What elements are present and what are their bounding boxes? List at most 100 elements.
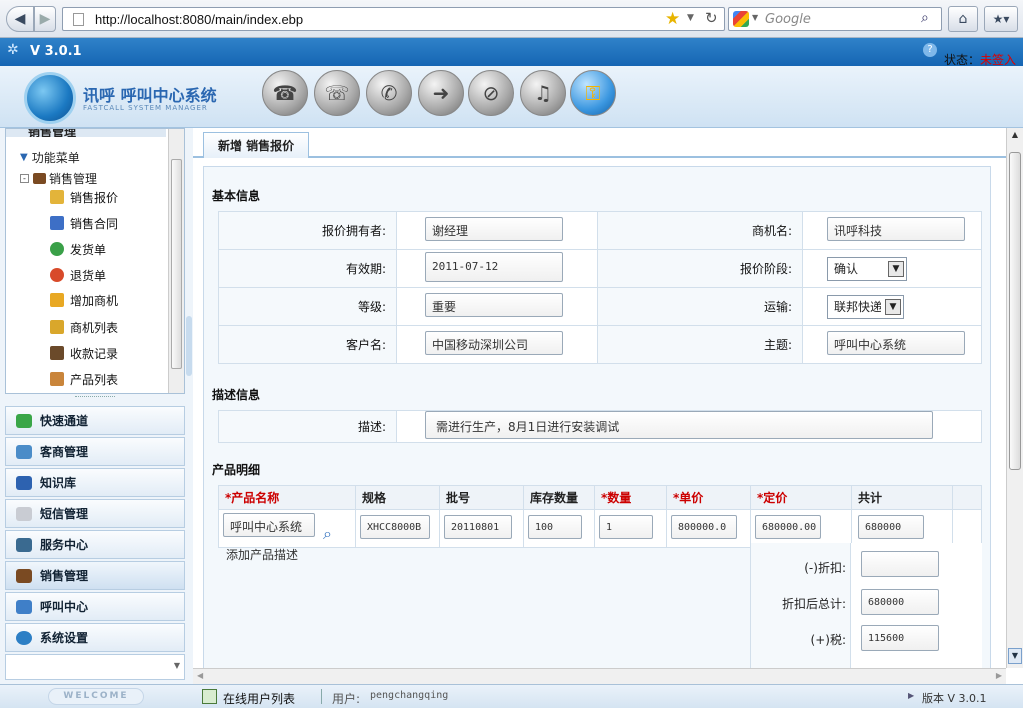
batch-field[interactable]: 20110801 bbox=[444, 515, 512, 539]
valid-date-field[interactable]: 2011-07-12 bbox=[425, 252, 563, 282]
dial-phone-icon[interactable]: ☎ bbox=[262, 70, 308, 116]
stock-field[interactable]: 100 bbox=[528, 515, 582, 539]
user-label: 用户: bbox=[332, 692, 361, 706]
sidebar-collapse-handle[interactable] bbox=[186, 316, 192, 376]
total-field[interactable]: 680000 bbox=[858, 515, 924, 539]
tree-root[interactable]: ▼ 功能菜单 bbox=[20, 149, 80, 166]
after-discount-field[interactable]: 680000 bbox=[861, 589, 939, 615]
customers-icon bbox=[16, 444, 32, 459]
function-tree: 销售管理 ▼ 功能菜单 - 销售管理 销售报价 销售合同 发货单 退货单 增加商… bbox=[5, 128, 185, 394]
discount-label: (-)折扣: bbox=[804, 561, 846, 575]
gear-icon: ✲ bbox=[7, 42, 19, 58]
tree-item-sales-quote[interactable]: 销售报价 bbox=[50, 186, 118, 208]
bookmarks-button[interactable]: ★▾ bbox=[984, 6, 1018, 32]
scroll-left-icon[interactable]: ◀ bbox=[197, 671, 203, 680]
section-basic-info: 基本信息 bbox=[212, 189, 261, 203]
tree-item-product-list[interactable]: 产品列表 bbox=[50, 368, 118, 390]
customer-field[interactable]: 中国移动深圳公司 bbox=[425, 331, 563, 355]
main-content: 新增 销售报价 基本信息 报价拥有者: 谢经理 商机名: 讯呼科技 有效期: 2… bbox=[193, 128, 1006, 668]
discount-field[interactable] bbox=[861, 551, 939, 577]
level-field[interactable]: 重要 bbox=[425, 293, 563, 317]
tree-item-return[interactable]: 退货单 bbox=[50, 264, 106, 286]
quantity-field[interactable]: 1 bbox=[599, 515, 653, 539]
address-bar[interactable]: http://localhost:8080/main/index.ebp ★ ▼… bbox=[62, 7, 725, 31]
nav-customer-management[interactable]: 客商管理 bbox=[5, 437, 185, 466]
back-button[interactable]: ◀ bbox=[6, 6, 34, 32]
quote-stage-select[interactable]: 确认 ▼ bbox=[827, 256, 907, 281]
subject-label: 主题: bbox=[597, 325, 803, 364]
description-textarea[interactable]: 需进行生产，8月1日进行安装调试 bbox=[425, 411, 933, 439]
nav-system-settings[interactable]: 系统设置 bbox=[5, 623, 185, 652]
add-opportunity-icon bbox=[50, 293, 64, 307]
block-call-icon[interactable]: ⊘ bbox=[468, 70, 514, 116]
customer-label: 客户名: bbox=[218, 325, 397, 364]
help-icon[interactable]: ? bbox=[923, 43, 937, 57]
scroll-right-icon[interactable]: ▶ bbox=[996, 671, 1002, 680]
owner-field[interactable]: 谢经理 bbox=[425, 217, 563, 241]
opportunity-field[interactable]: 讯呼科技 bbox=[827, 217, 965, 241]
shipping-label: 运输: bbox=[597, 287, 803, 326]
version-label: V 3.0.1 bbox=[30, 44, 82, 59]
headset-icon[interactable]: ♫ bbox=[520, 70, 566, 116]
handset-icon[interactable]: ✆ bbox=[366, 70, 412, 116]
transfer-call-icon[interactable]: ➜ bbox=[418, 70, 464, 116]
url-text: http://localhost:8080/main/index.ebp bbox=[95, 12, 304, 27]
bookmark-star-icon[interactable]: ★ bbox=[665, 9, 680, 29]
after-discount-label: 折扣后总计: bbox=[781, 597, 846, 611]
online-users-link[interactable]: 在线用户列表 bbox=[223, 690, 295, 707]
home-button[interactable]: ⌂ bbox=[948, 6, 978, 32]
tree-item-payment-records[interactable]: 收款记录 bbox=[50, 342, 118, 364]
quote-icon bbox=[50, 190, 64, 204]
tab-new-sales-quote[interactable]: 新增 销售报价 bbox=[203, 132, 310, 158]
reload-icon[interactable]: ↻ bbox=[705, 9, 718, 27]
forward-button[interactable]: ▶ bbox=[34, 6, 56, 32]
search-input[interactable]: ▼ Google ⌕ bbox=[728, 7, 942, 31]
col-unit-price: 单价 bbox=[679, 491, 704, 505]
description-label: 描述: bbox=[218, 410, 397, 443]
tree-scroll-thumb[interactable] bbox=[171, 159, 182, 369]
tax-field[interactable]: 115600 bbox=[861, 625, 939, 651]
settings-icon bbox=[16, 630, 32, 645]
search-icon[interactable]: ⌕ bbox=[323, 524, 332, 544]
list-price-field[interactable]: 680000.00 bbox=[755, 515, 821, 539]
horizontal-scrollbar[interactable]: ◀ ▶ bbox=[193, 668, 1006, 684]
scroll-down-icon[interactable]: ▼ bbox=[174, 661, 180, 670]
tree-group[interactable]: - 销售管理 bbox=[20, 170, 97, 187]
chevron-down-icon: ▼ bbox=[888, 260, 904, 277]
spec-field[interactable]: XHCC8000B bbox=[360, 515, 430, 539]
splitter-grip[interactable] bbox=[75, 396, 115, 400]
add-product-description-link[interactable]: 添加产品描述 bbox=[226, 546, 298, 563]
tree-item-opportunity-list[interactable]: 商机列表 bbox=[50, 316, 118, 338]
vertical-scroll-thumb[interactable] bbox=[1009, 152, 1021, 470]
logo-title: 讯呼 呼叫中心系统 bbox=[83, 86, 217, 105]
tree-item-add-opportunity[interactable]: 增加商机 bbox=[50, 289, 118, 311]
shipping-select[interactable]: 联邦快递 ▼ bbox=[827, 294, 904, 319]
google-icon bbox=[733, 11, 749, 27]
nav-quick-access[interactable]: 快速通道 bbox=[5, 406, 185, 435]
nav-call-center[interactable]: 呼叫中心 bbox=[5, 592, 185, 621]
nav-sales-management[interactable]: 销售管理 bbox=[5, 561, 185, 590]
scroll-down-icon[interactable]: ▼ bbox=[1008, 648, 1022, 664]
scroll-up-icon[interactable]: ▲ bbox=[1009, 130, 1021, 144]
owner-label: 报价拥有者: bbox=[218, 211, 397, 250]
search-engine-dropdown-icon[interactable]: ▼ bbox=[752, 13, 758, 22]
product-name-field[interactable]: 呼叫中心系统 bbox=[223, 513, 315, 538]
nav-sms-management[interactable]: 短信管理 bbox=[5, 499, 185, 528]
tree-item-delivery[interactable]: 发货单 bbox=[50, 238, 106, 260]
expand-icon: ▼ bbox=[20, 152, 28, 163]
valid-date-label: 有效期: bbox=[218, 249, 397, 288]
tree-item-sales-contract[interactable]: 销售合同 bbox=[50, 212, 118, 234]
dropdown-icon[interactable]: ▼ bbox=[687, 13, 694, 23]
sign-in-key-icon[interactable]: ⚿ bbox=[570, 70, 616, 116]
nav-service-center[interactable]: 服务中心 bbox=[5, 530, 185, 559]
vertical-scrollbar[interactable]: ▲ ▼ bbox=[1006, 128, 1023, 668]
nav-knowledge-base[interactable]: 知识库 bbox=[5, 468, 185, 497]
col-quantity: 数量 bbox=[607, 491, 632, 505]
magnifier-icon[interactable]: ⌕ bbox=[921, 10, 929, 26]
unit-price-field[interactable]: 800000.0 bbox=[671, 515, 737, 539]
totals-panel: (-)折扣: 折扣后总计: 680000 (+)税: 115600 bbox=[750, 543, 982, 668]
subject-field[interactable]: 呼叫中心系统 bbox=[827, 331, 965, 355]
tax-label: (+)税: bbox=[810, 633, 846, 647]
answer-phone-icon[interactable]: ☏ bbox=[314, 70, 360, 116]
tree-scrollbar[interactable] bbox=[168, 129, 184, 393]
